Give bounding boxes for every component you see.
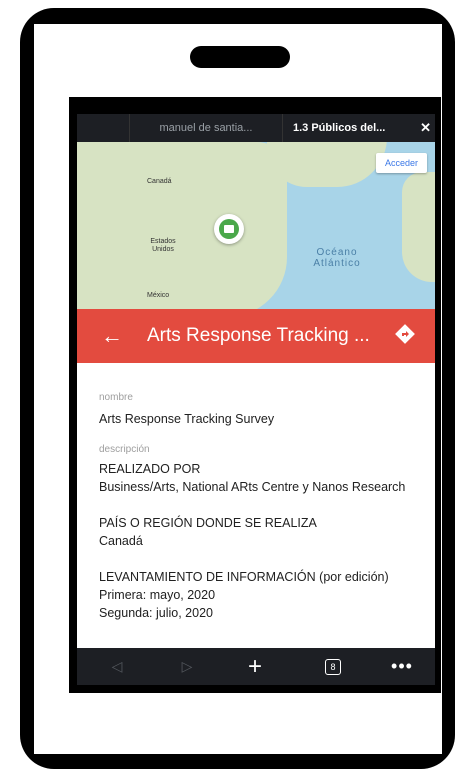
map-label-mexico: México	[147, 292, 170, 299]
tabs-count-button[interactable]: 8	[313, 648, 353, 685]
place-title: Arts Response Tracking ...	[147, 325, 370, 346]
tab-hidden[interactable]	[77, 114, 130, 142]
field-label-nombre: nombre	[99, 392, 133, 403]
map-land-greenland	[267, 142, 387, 187]
map-label-usa: Estados Unidos	[150, 238, 176, 253]
place-header: ← Arts Response Tracking ...	[77, 309, 435, 363]
back-arrow-icon[interactable]: ←	[101, 323, 123, 349]
directions-icon[interactable]	[395, 324, 415, 344]
map-land-east	[402, 172, 435, 282]
new-tab-icon[interactable]: +	[235, 648, 275, 685]
more-menu-icon[interactable]: •••	[382, 648, 422, 685]
briefcase-icon	[219, 219, 239, 239]
map-label-canada: Canadá	[147, 178, 172, 185]
desc-line-primera: Primera: mayo, 2020	[99, 588, 216, 602]
desc-line-segunda: Segunda: julio, 2020	[99, 606, 213, 620]
tabs-count-badge: 8	[325, 659, 341, 675]
browser-tab-bar: manuel de santia... 1.3 Públicos del... …	[77, 114, 435, 142]
tab-publicos-active[interactable]: 1.3 Públicos del... ✕	[283, 114, 435, 142]
browser-bottom-nav: ◁ ▷ + 8 •••	[77, 648, 435, 685]
place-details: nombre Arts Response Tracking Survey des…	[99, 392, 429, 622]
desc-line-levantamiento: LEVANTAMIENTO DE INFORMACIÓN (por edició…	[99, 570, 389, 584]
phone-speaker	[190, 46, 290, 68]
close-tab-icon[interactable]: ✕	[420, 114, 431, 142]
back-nav-icon[interactable]: ◁	[97, 648, 137, 685]
tab-label: 1.3 Públicos del...	[293, 122, 386, 134]
desc-line-pais-value: Canadá	[99, 534, 143, 548]
map-view[interactable]: Canadá Estados Unidos México Océano Atlá…	[77, 142, 435, 309]
desc-line-realizado: REALIZADO POR	[99, 462, 201, 476]
tab-manuel-de-santiago[interactable]: manuel de santia...	[130, 114, 283, 142]
phone-screen: manuel de santia... 1.3 Públicos del... …	[69, 97, 441, 693]
field-label-descripcion: descripción	[99, 444, 150, 455]
browser-view: manuel de santia... 1.3 Públicos del... …	[77, 114, 435, 685]
forward-nav-icon[interactable]: ▷	[167, 648, 207, 685]
acceder-button[interactable]: Acceder	[375, 153, 427, 173]
map-label-ocean: Océano Atlántico	[313, 247, 361, 269]
field-value-nombre: Arts Response Tracking Survey	[99, 412, 275, 426]
desc-line-organizaciones: Business/Arts, National ARts Centre y Na…	[99, 480, 406, 494]
desc-line-pais-heading: PAÍS O REGIÓN DONDE SE REALIZA	[99, 516, 317, 530]
map-marker-icon[interactable]	[214, 214, 244, 244]
